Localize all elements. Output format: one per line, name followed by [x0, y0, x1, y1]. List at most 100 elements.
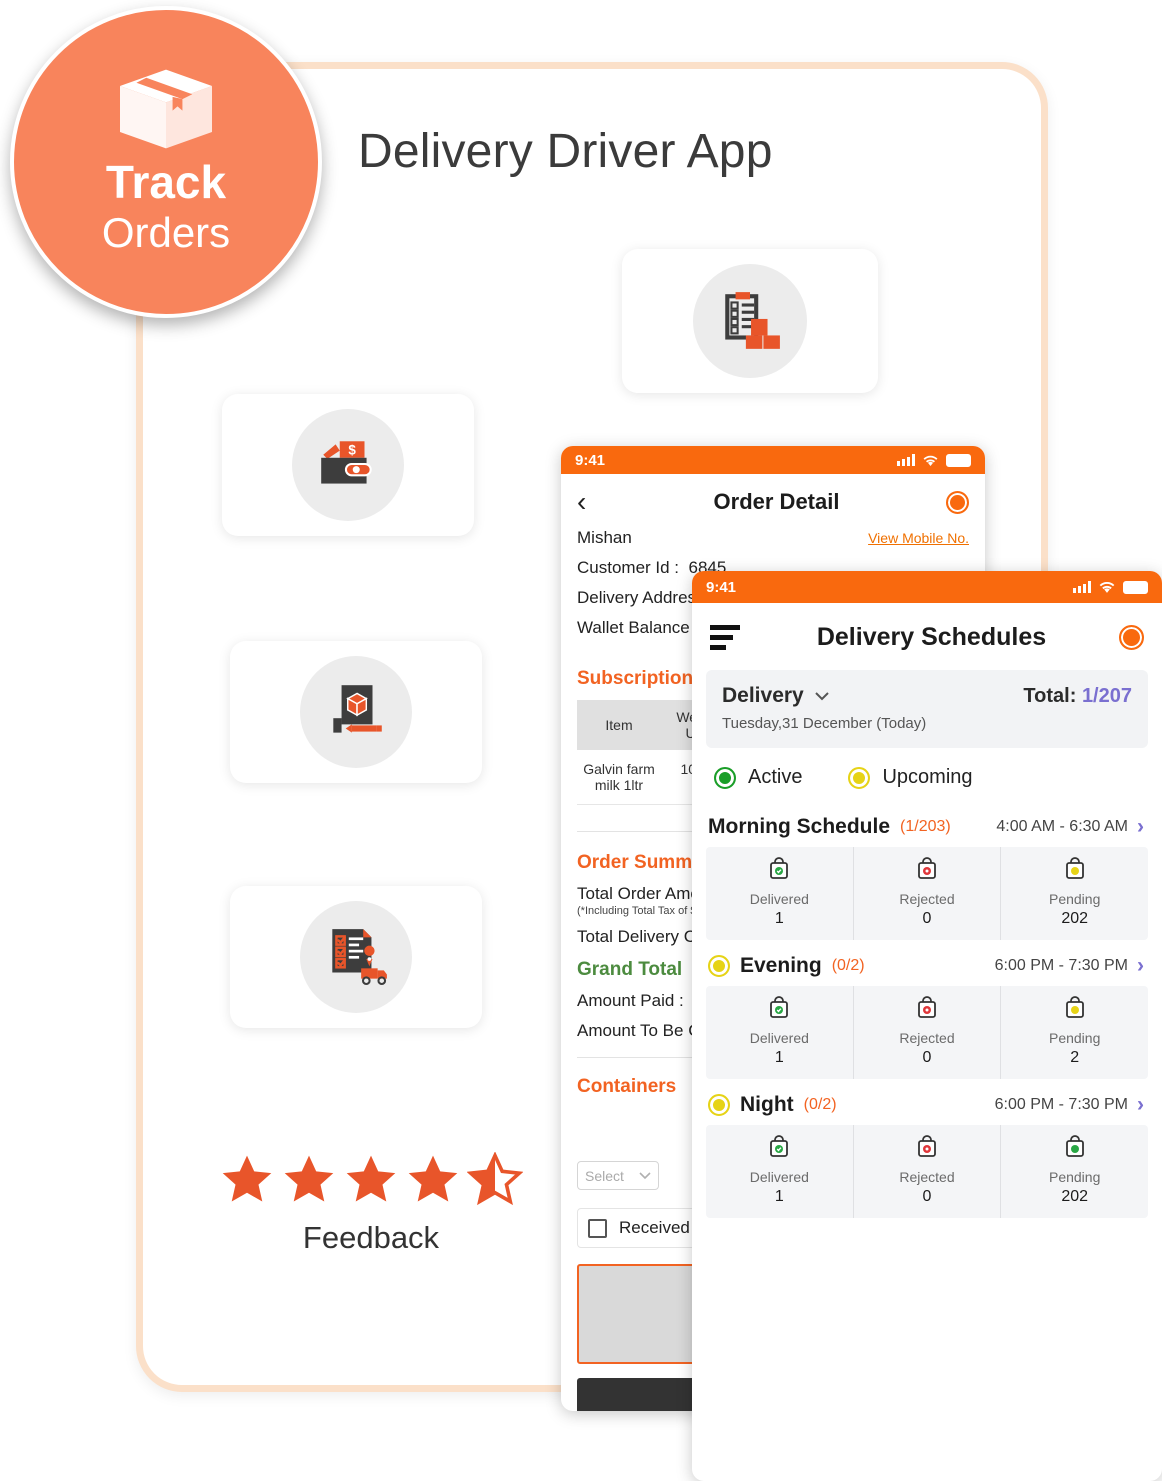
upcoming-dot-icon [848, 766, 871, 789]
stat-pending: Pending 202 [1000, 847, 1148, 940]
badge-line-1: Track [105, 155, 227, 208]
status-bar: 9:41 [692, 571, 1162, 603]
total-counter: Total: 1/207 [1023, 685, 1132, 708]
active-dot-icon [714, 766, 736, 789]
stat-rejected: Rejected 0 [852, 986, 1001, 1079]
status-time: 9:41 [706, 578, 737, 596]
stat-value: 1 [774, 910, 784, 927]
schedule-header[interactable]: Night (0/2) 6:00 PM - 7:30 PM › [706, 1091, 1148, 1125]
order-detail-title: Order Detail [713, 489, 840, 514]
select-placeholder: Select [585, 1167, 624, 1184]
icon-circle [693, 264, 807, 378]
column-header-item: Item [605, 717, 633, 733]
feature-card-order-edit[interactable] [230, 641, 482, 783]
view-mobile-link[interactable]: View Mobile No. [868, 530, 969, 546]
track-orders-badge: Track Orders [10, 6, 322, 318]
stat-value: 0 [922, 910, 932, 927]
bag-delivered-icon [770, 1135, 789, 1157]
back-button[interactable]: ‹ [577, 488, 607, 516]
delivery-tracking-icon [332, 929, 387, 986]
wifi-icon [923, 455, 938, 466]
order-edit-icon [333, 685, 382, 733]
customer-name: Mishan [577, 528, 632, 547]
stat-value: 1 [774, 1049, 784, 1066]
stat-value: 202 [1061, 1188, 1089, 1205]
stat-label: Pending [1048, 891, 1101, 907]
legend-upcoming-label: Upcoming [882, 766, 973, 788]
stat-value: 0 [922, 1049, 932, 1066]
star-half-icon[interactable] [467, 1152, 523, 1206]
page-root: Delivery Driver App $ Feedback 9:41 ‹ Or… [0, 0, 1162, 1481]
star-icon[interactable] [405, 1152, 461, 1206]
chevron-down-icon [639, 1171, 651, 1179]
record-icon[interactable] [1119, 625, 1144, 650]
status-legend: Active Upcoming [692, 748, 1162, 795]
stat-value: 2 [1070, 1049, 1080, 1066]
bag-delivered-icon [770, 857, 789, 879]
schedule-item-night[interactable]: Night (0/2) 6:00 PM - 7:30 PM › Delivere… [706, 1091, 1148, 1218]
star-icon[interactable] [343, 1152, 399, 1206]
schedule-time: 4:00 AM - 6:30 AM [996, 818, 1128, 835]
container-select[interactable]: Select [577, 1161, 659, 1190]
schedule-title-group: Morning Schedule (1/203) [708, 815, 996, 839]
wallet-money-icon: $ [321, 441, 372, 484]
schedule-title-group: Night (0/2) [708, 1093, 995, 1117]
schedule-item-morning[interactable]: Morning Schedule (1/203) 4:00 AM - 6:30 … [706, 813, 1148, 940]
received-container-checkbox[interactable] [588, 1218, 607, 1238]
schedule-name: Night [740, 1093, 794, 1116]
page-title: Delivery Driver App [358, 125, 773, 178]
legend-upcoming[interactable]: Upcoming [848, 766, 973, 789]
bag-delivered-icon [770, 996, 789, 1018]
stat-label: Rejected [899, 891, 955, 907]
inventory-checklist-icon [725, 292, 780, 349]
schedules-title: Delivery Schedules [816, 623, 1047, 651]
schedule-item-evening[interactable]: Evening (0/2) 6:00 PM - 7:30 PM › Delive… [706, 952, 1148, 1079]
feature-card-inventory[interactable] [622, 249, 878, 393]
star-rating[interactable] [206, 1152, 536, 1206]
schedule-count: (0/2) [803, 1096, 837, 1113]
upcoming-dot-icon [708, 1094, 730, 1116]
battery-icon [1123, 580, 1148, 594]
feature-card-delivery-tracking[interactable] [230, 886, 482, 1028]
cell-item: Galvin farm milk 1ltr [583, 761, 655, 793]
stat-pending: Pending 2 [1000, 986, 1148, 1079]
stat-value: 202 [1061, 910, 1089, 927]
stat-rejected: Rejected 0 [852, 847, 1001, 940]
wallet-balance-label: Wallet Balance : [577, 618, 700, 637]
record-icon[interactable] [946, 490, 969, 514]
status-icons [1073, 580, 1148, 594]
feedback-block: Feedback [206, 1152, 536, 1256]
chevron-right-icon[interactable]: › [1137, 815, 1144, 839]
stat-label: Delivered [749, 891, 809, 907]
star-icon[interactable] [219, 1152, 275, 1206]
stat-label: Rejected [899, 1030, 955, 1046]
schedule-name: Evening [740, 954, 822, 977]
schedule-time: 6:00 PM - 7:30 PM [994, 957, 1128, 974]
legend-active[interactable]: Active [714, 766, 802, 789]
customer-id-label: Customer Id : [577, 558, 680, 577]
bag-rejected-icon [918, 1135, 936, 1157]
banner-date: Tuesday,31 December (Today) [722, 715, 927, 732]
schedule-header[interactable]: Morning Schedule (1/203) 4:00 AM - 6:30 … [706, 813, 1148, 847]
stat-rejected: Rejected 0 [852, 1125, 1001, 1218]
chevron-right-icon[interactable]: › [1137, 1093, 1144, 1117]
package-box-icon [120, 69, 212, 149]
delivery-type-label: Delivery [722, 684, 804, 707]
battery-icon [946, 453, 971, 467]
stat-label: Delivered [749, 1030, 809, 1046]
stat-value: 0 [922, 1188, 932, 1205]
status-time: 9:41 [575, 451, 606, 469]
star-icon[interactable] [281, 1152, 337, 1206]
schedule-header[interactable]: Evening (0/2) 6:00 PM - 7:30 PM › [706, 952, 1148, 986]
bag-rejected-icon [918, 857, 936, 879]
status-icons [897, 453, 971, 467]
feature-card-wallet[interactable]: $ [222, 394, 474, 536]
hamburger-menu-icon[interactable] [710, 625, 744, 650]
stat-label: Rejected [899, 1169, 955, 1185]
feedback-label: Feedback [302, 1220, 440, 1255]
schedule-count: (1/203) [900, 818, 951, 835]
bag-pending-icon [1065, 996, 1084, 1018]
schedules-navbar: Delivery Schedules [692, 603, 1162, 666]
delivery-type-selector[interactable]: Delivery [722, 684, 830, 708]
chevron-right-icon[interactable]: › [1137, 954, 1144, 978]
